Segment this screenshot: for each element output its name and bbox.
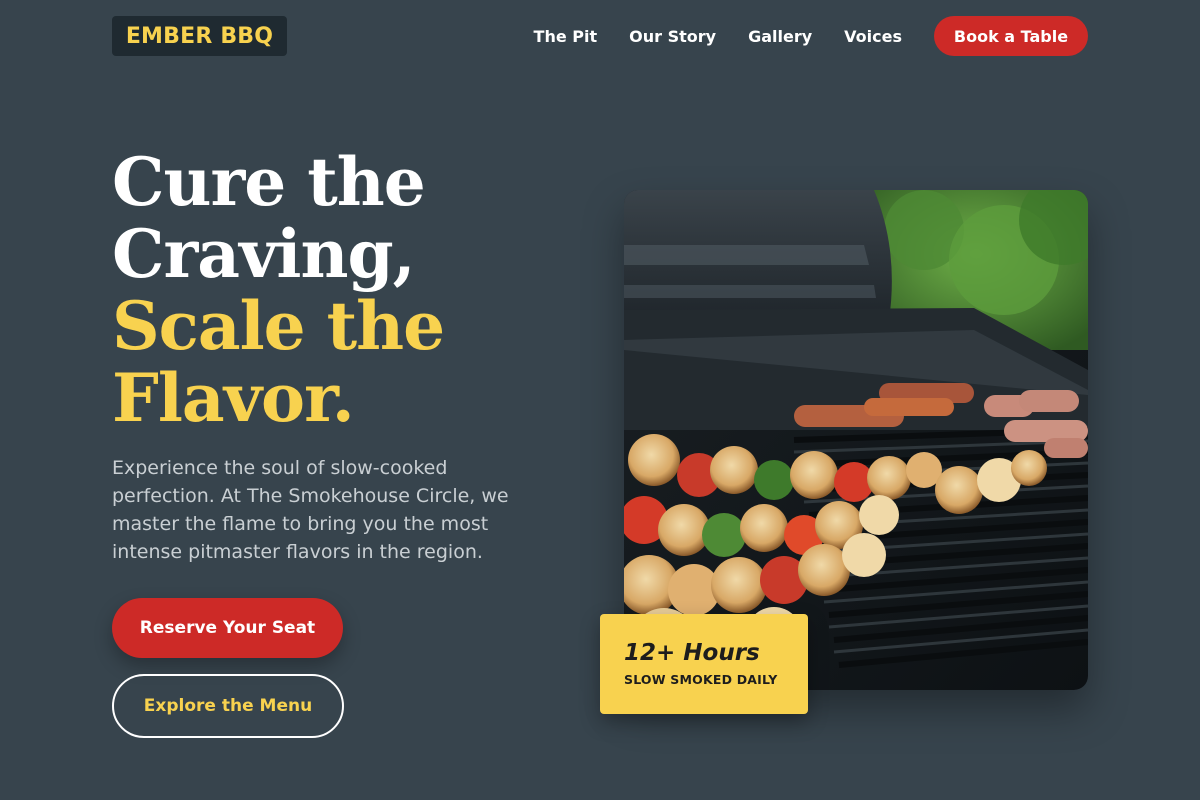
book-table-button[interactable]: Book a Table	[934, 16, 1088, 56]
logo[interactable]: EMBER BBQ	[112, 16, 287, 56]
hero-title-line-4: Flavor.	[112, 359, 355, 437]
hero-description: Experience the soul of slow-cooked perfe…	[112, 457, 509, 563]
nav-link-voices[interactable]: Voices	[844, 27, 902, 46]
hero-title: Cure the Craving, Scale the Flavor.	[112, 146, 542, 434]
hero-title-line-1: Cure the	[112, 143, 426, 221]
explore-menu-button[interactable]: Explore the Menu	[112, 674, 344, 738]
main-nav: The Pit Our Story Gallery Voices Book a …	[534, 16, 1088, 56]
badge-hours: 12+ Hours	[624, 640, 760, 666]
slow-smoked-badge: 12+ Hours SLOW SMOKED DAILY	[600, 614, 808, 714]
nav-link-gallery[interactable]: Gallery	[748, 27, 812, 46]
hero-title-line-3: Scale the	[112, 287, 445, 365]
nav-link-our-story[interactable]: Our Story	[629, 27, 716, 46]
hero-title-line-2: Craving,	[112, 215, 416, 293]
reserve-seat-button[interactable]: Reserve Your Seat	[112, 598, 343, 658]
nav-link-the-pit[interactable]: The Pit	[534, 27, 598, 46]
badge-caption: SLOW SMOKED DAILY	[624, 672, 778, 687]
